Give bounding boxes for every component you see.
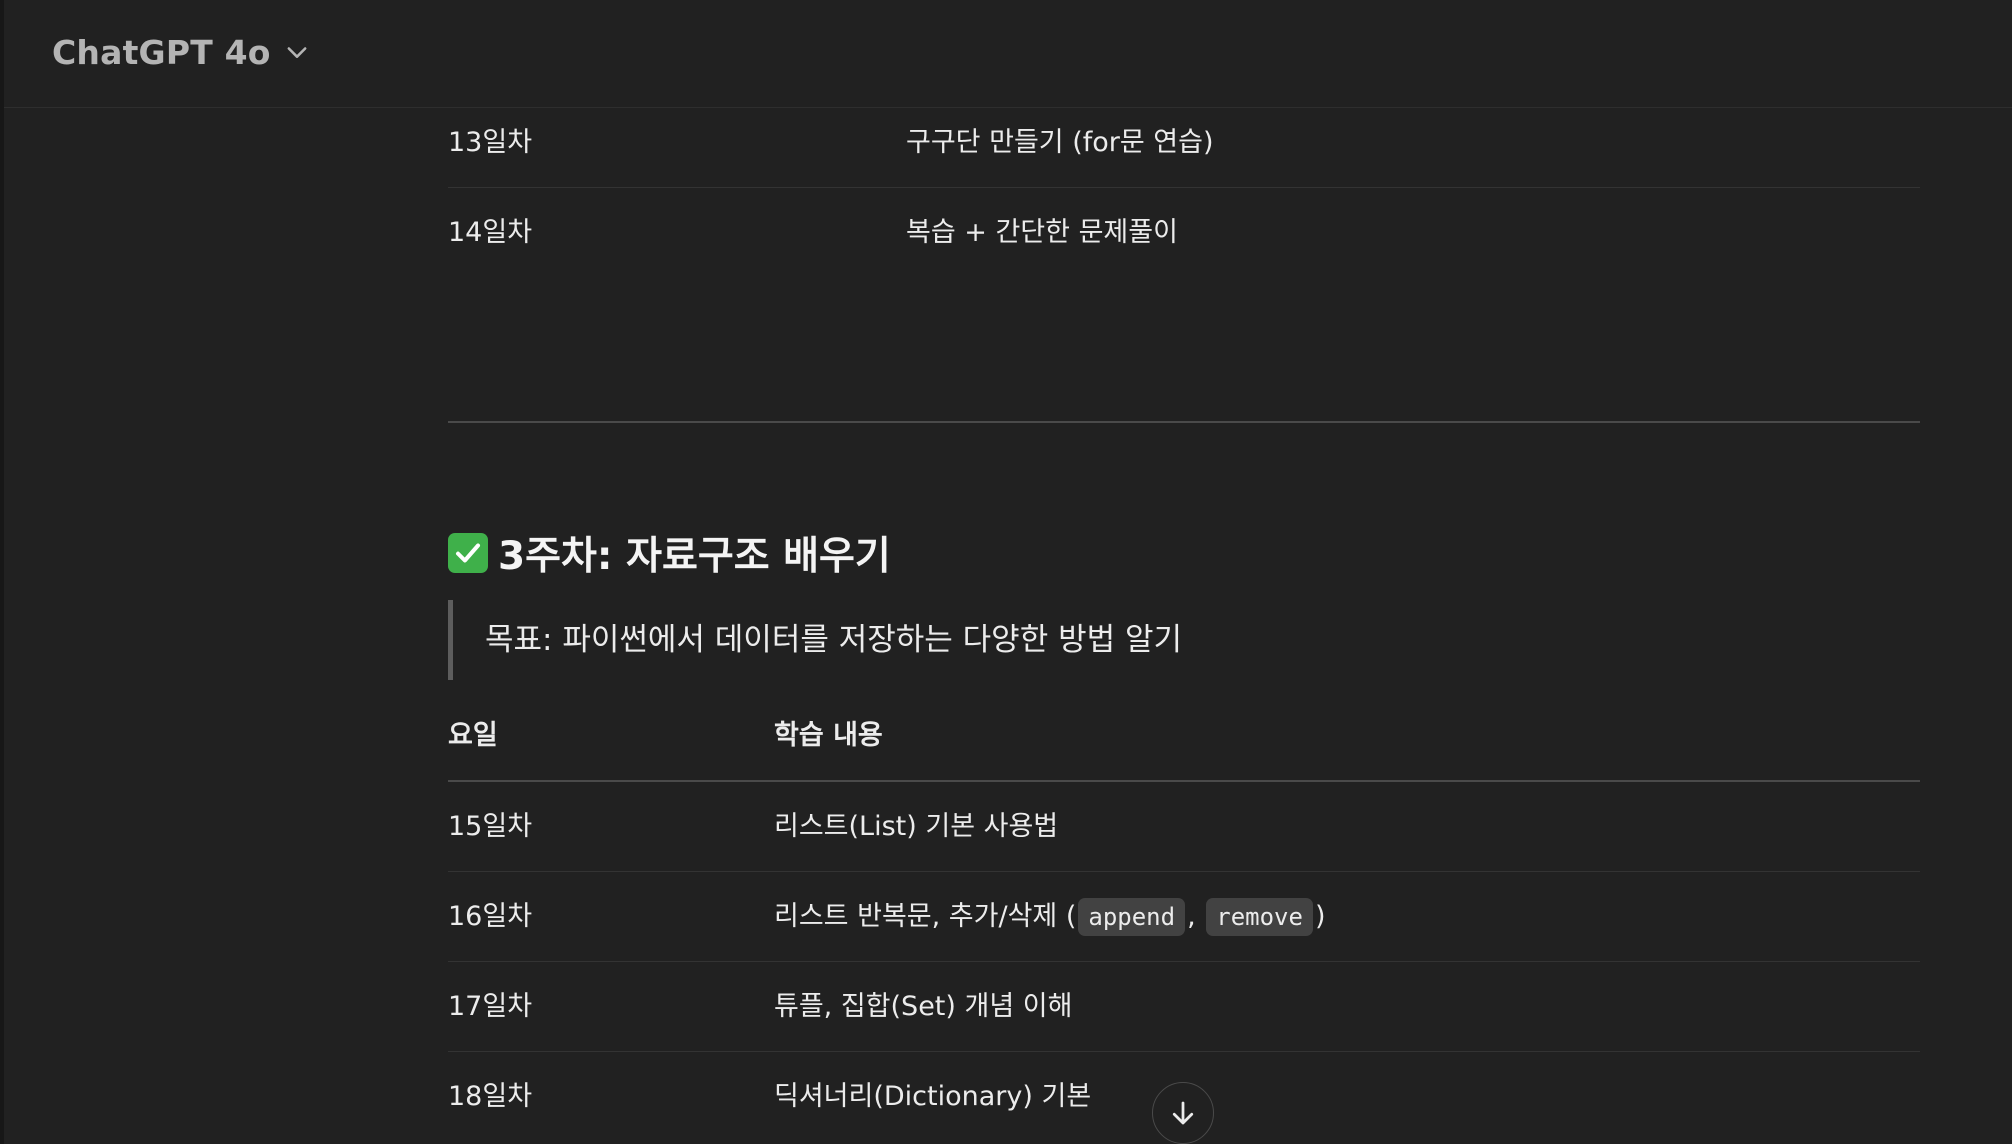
section-heading-text: 3주차: 자료구조 배우기 bbox=[498, 534, 891, 579]
header-content: 학습 내용 bbox=[774, 720, 883, 751]
separator-text: , bbox=[1187, 901, 1205, 932]
sidebar-edge bbox=[0, 0, 4, 1144]
table-header: 요일 학습 내용 bbox=[448, 692, 1920, 782]
chevron-down-icon bbox=[287, 47, 307, 58]
check-mark-button-icon bbox=[448, 533, 488, 573]
arrow-down-icon bbox=[1172, 1101, 1194, 1125]
day-cell: 13일차 bbox=[448, 127, 533, 158]
content-cell: 복습 + 간단한 문제풀이 bbox=[906, 217, 1178, 248]
table-row: 15일차 리스트(List) 기본 사용법 bbox=[448, 782, 1920, 872]
header-day: 요일 bbox=[448, 720, 498, 751]
model-name: ChatGPT 4o bbox=[52, 32, 271, 72]
day-cell: 17일차 bbox=[448, 991, 533, 1022]
day-cell: 15일차 bbox=[448, 811, 533, 842]
content-cell: 튜플, 집합(Set) 개념 이해 bbox=[774, 991, 1073, 1022]
scroll-to-bottom-button[interactable] bbox=[1152, 1082, 1214, 1144]
inline-code: remove bbox=[1206, 898, 1313, 936]
content-cell: 리스트(List) 기본 사용법 bbox=[774, 811, 1059, 842]
chat-window: ChatGPT 4o 13일차 구구단 만들기 (for문 연습) 14일차 복… bbox=[0, 0, 2012, 1144]
content-cell: 구구단 만들기 (for문 연습) bbox=[906, 127, 1214, 158]
day-cell: 16일차 bbox=[448, 901, 533, 932]
day-cell: 18일차 bbox=[448, 1081, 533, 1112]
content-cell: 딕셔너리(Dictionary) 기본 bbox=[774, 1081, 1092, 1112]
table-row: 16일차 리스트 반복문, 추가/삭제 (append, remove) bbox=[448, 872, 1920, 962]
model-switcher-button[interactable]: ChatGPT 4o bbox=[52, 28, 311, 76]
content-text: 리스트 반복문, 추가/삭제 ( bbox=[774, 901, 1077, 932]
content-text: ) bbox=[1314, 901, 1326, 932]
day-cell: 14일차 bbox=[448, 217, 533, 248]
section-divider bbox=[448, 421, 1920, 423]
table-row: 17일차 튜플, 집합(Set) 개념 이해 bbox=[448, 962, 1920, 1052]
section-heading: 3주차: 자료구조 배우기 bbox=[448, 526, 891, 580]
inline-code: append bbox=[1078, 898, 1186, 936]
table-row: 14일차 복습 + 간단한 문제풀이 bbox=[448, 188, 1920, 278]
table-row: 13일차 구구단 만들기 (for문 연습) bbox=[448, 98, 1920, 188]
content-cell: 리스트 반복문, 추가/삭제 (append, remove) bbox=[774, 872, 1326, 962]
top-bar: ChatGPT 4o bbox=[4, 0, 2012, 108]
goal-blockquote: 목표: 파이썬에서 데이터를 저장하는 다양한 방법 알기 bbox=[448, 600, 1920, 680]
